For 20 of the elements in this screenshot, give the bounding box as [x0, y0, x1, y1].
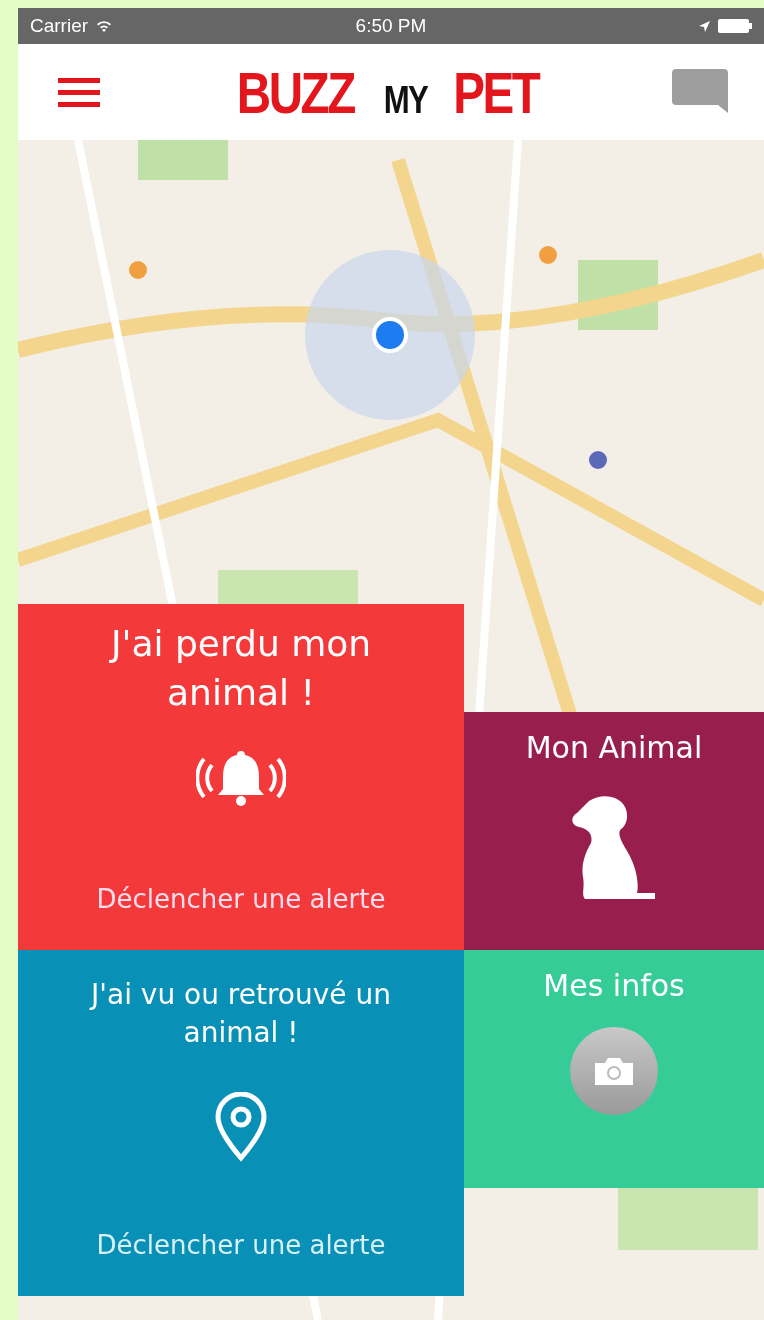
location-arrow-icon — [699, 20, 710, 32]
time-label: 6:50 PM — [355, 15, 427, 37]
chat-icon[interactable] — [672, 69, 728, 115]
menu-icon[interactable] — [58, 76, 100, 108]
alert-link[interactable]: Déclencher une alerte — [96, 884, 386, 914]
battery-icon — [718, 19, 752, 33]
info-tile[interactable]: Mes infos — [464, 950, 764, 1188]
tile-title: J'ai perdu mon animal ! — [108, 622, 373, 715]
tile-title: Mes infos — [543, 967, 685, 1005]
found-tile[interactable]: J'ai vu ou retrouvé un animal ! Déclencher une alerte — [18, 950, 464, 1296]
lost-tile[interactable]: J'ai perdu mon animal ! Déclencher une alerte — [18, 604, 464, 950]
camera-icon — [595, 1056, 633, 1085]
app-logo: BUZZ MY PET — [236, 58, 540, 126]
pet-tile[interactable]: Mon Animal — [464, 712, 764, 950]
carrier-label: Carrier — [30, 15, 89, 37]
alert-link[interactable]: Déclencher une alerte — [96, 1230, 386, 1260]
tile-title: Mon Animal — [525, 729, 703, 767]
tile-title: J'ai vu ou retrouvé un animal ! — [88, 977, 392, 1051]
wifi-icon — [96, 20, 113, 32]
map-pin-icon — [214, 1091, 268, 1162]
